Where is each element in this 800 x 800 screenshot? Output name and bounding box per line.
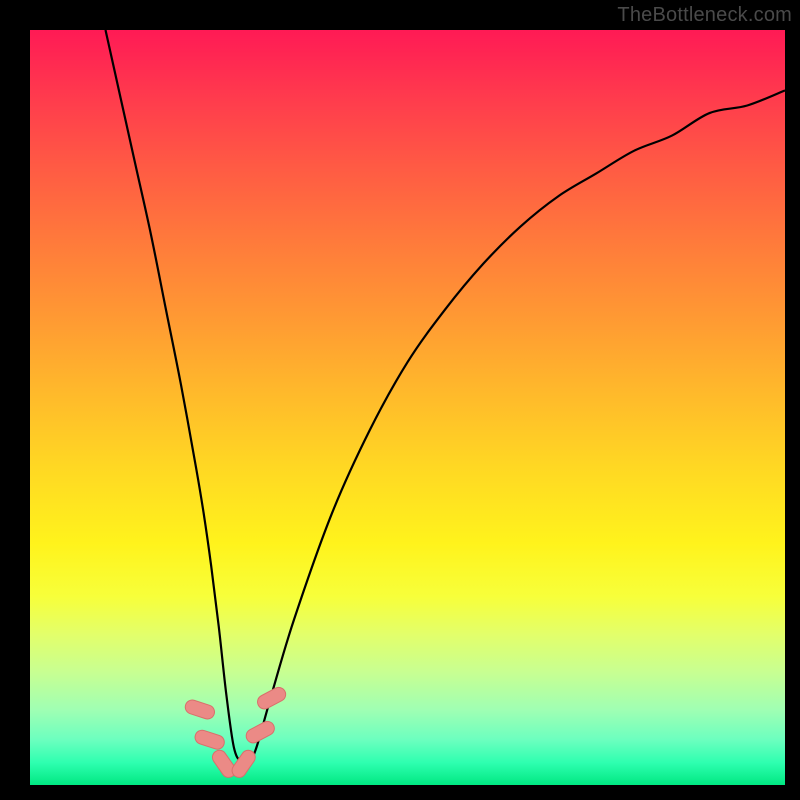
chart-frame: TheBottleneck.com — [0, 0, 800, 800]
chart-plot-area — [30, 30, 785, 785]
bottleneck-curve — [106, 30, 786, 764]
chart-svg — [30, 30, 785, 785]
curve-marker — [255, 685, 288, 711]
curve-marker — [244, 719, 277, 745]
curve-marker — [229, 748, 258, 781]
curve-marker — [183, 698, 216, 721]
watermark-text: TheBottleneck.com — [617, 4, 792, 27]
curve-marker — [193, 728, 226, 751]
